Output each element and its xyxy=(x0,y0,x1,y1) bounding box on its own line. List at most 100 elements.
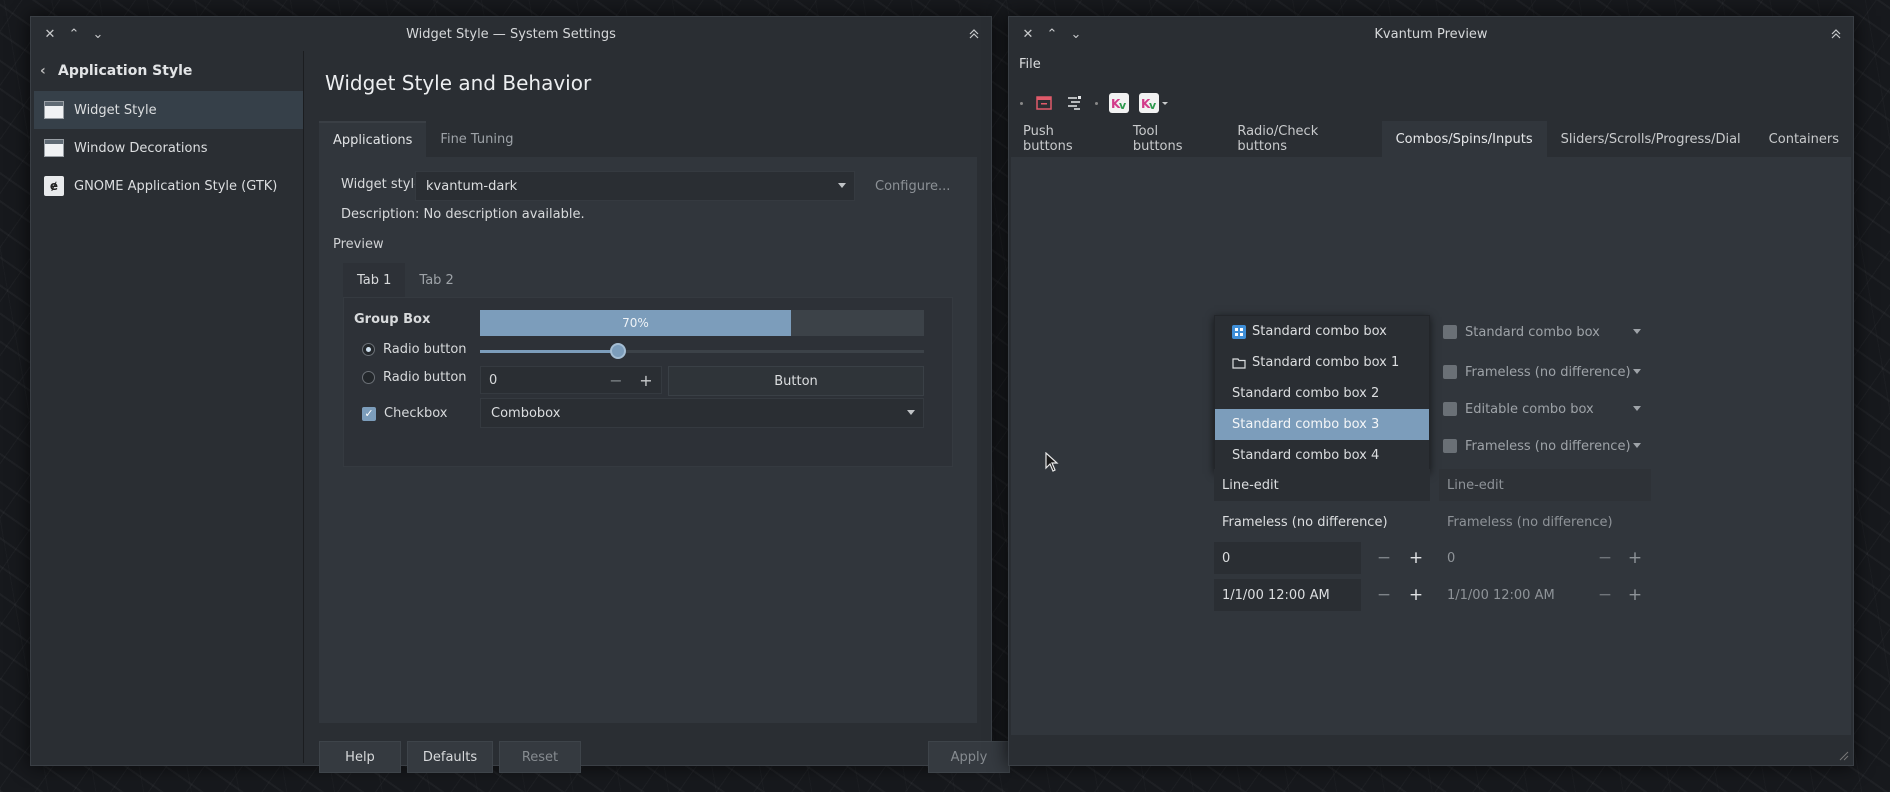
close-icon[interactable]: ✕ xyxy=(39,23,61,45)
tab-containers[interactable]: Containers xyxy=(1755,121,1853,157)
titlebar: ✕ ⌃ ⌄ Widget Style — System Settings xyxy=(31,17,991,51)
window-icon xyxy=(44,139,64,157)
tab-sliders-scrolls[interactable]: Sliders/Scrolls/Progress/Dial xyxy=(1547,121,1755,157)
window-icon xyxy=(44,101,64,119)
combo-label: Frameless (no difference) xyxy=(1465,364,1631,380)
dropdown-item-highlighted[interactable]: Standard combo box 3 xyxy=(1215,409,1429,440)
list-icon[interactable] xyxy=(1062,91,1086,115)
date-time-edit-disabled[interactable]: 1/1/00 12:00 AM xyxy=(1439,579,1581,611)
app-icon xyxy=(1443,365,1457,379)
toolbar-separator xyxy=(1095,101,1098,105)
chevron-down-icon[interactable]: ⌄ xyxy=(87,23,109,45)
configure-button[interactable]: Configure... xyxy=(863,171,962,201)
frameless-combo-box-disabled[interactable]: Frameless (no difference) xyxy=(1439,357,1651,387)
chevron-up-icon[interactable]: ⌃ xyxy=(1041,23,1063,45)
main-content: Widget Style and Behavior Applications F… xyxy=(305,51,1010,773)
line-edit-disabled[interactable]: Line-edit xyxy=(1439,469,1651,501)
window-title: Widget Style — System Settings xyxy=(406,26,616,42)
tab-push-buttons[interactable]: Push buttons xyxy=(1009,121,1119,157)
chevron-down-icon[interactable]: ⌄ xyxy=(1065,23,1087,45)
preview-combobox[interactable]: Combobox xyxy=(480,398,924,428)
chevron-up-icon[interactable]: ⌃ xyxy=(63,23,85,45)
widget-style-combo[interactable]: kvantum-dark xyxy=(415,171,855,201)
sidebar-item-widget-style[interactable]: Widget Style xyxy=(34,91,303,129)
spin-box-disabled[interactable]: 0 xyxy=(1439,542,1581,574)
resize-grip-icon[interactable] xyxy=(1839,751,1849,761)
close-icon[interactable]: ✕ xyxy=(1017,23,1039,45)
defaults-button[interactable]: Defaults xyxy=(407,741,493,773)
minus-icon[interactable]: − xyxy=(1589,579,1621,611)
radio-button-2[interactable]: Radio button xyxy=(362,370,467,385)
folder-icon xyxy=(1232,356,1246,370)
description-text: Description: No description available. xyxy=(341,207,585,222)
keep-above-icon[interactable] xyxy=(963,23,985,45)
dropdown-item-label: Standard combo box xyxy=(1252,324,1387,339)
plus-icon[interactable]: + xyxy=(1400,579,1432,611)
keep-above-icon[interactable] xyxy=(1825,23,1847,45)
line-edit[interactable]: Line-edit xyxy=(1214,469,1430,501)
tab-radio-check-buttons[interactable]: Radio/Check buttons xyxy=(1223,121,1381,157)
plus-icon[interactable]: + xyxy=(1619,579,1651,611)
reset-button[interactable]: Reset xyxy=(499,741,581,773)
frameless-line-edit[interactable]: Frameless (no difference) xyxy=(1214,506,1430,538)
dropdown-item[interactable]: Standard combo box 1 xyxy=(1215,347,1429,378)
dropdown-item[interactable]: Standard combo box xyxy=(1215,316,1429,347)
minus-icon[interactable]: − xyxy=(1368,579,1400,611)
sidebar-item-label: GNOME Application Style (GTK) xyxy=(74,178,278,194)
frameless-editable-combo-disabled[interactable]: Frameless (no difference) xyxy=(1439,431,1651,461)
apply-button[interactable]: Apply xyxy=(928,741,1010,773)
tab-combos-spins-inputs[interactable]: Combos/Spins/Inputs xyxy=(1381,121,1547,157)
spin-value: 0 xyxy=(1222,550,1231,566)
widget-style-label: Widget style: xyxy=(341,177,427,192)
sidebar-item-gtk[interactable]: ɇ GNOME Application Style (GTK) xyxy=(34,167,303,205)
plus-icon[interactable]: + xyxy=(1400,542,1432,574)
editable-combo-box-disabled[interactable]: Editable combo box xyxy=(1439,394,1651,424)
window-red-icon[interactable] xyxy=(1032,91,1056,115)
kvantum-icon[interactable]: Kv xyxy=(1107,91,1131,115)
standard-combo-box-disabled[interactable]: Standard combo box xyxy=(1439,317,1651,347)
combos-panel: Standard combo box Standard combo box 1 … xyxy=(1011,157,1851,735)
dropdown-item-label: Standard combo box 2 xyxy=(1232,386,1380,401)
spin-box[interactable]: 0 − + xyxy=(480,366,662,394)
tab-bar: Applications Fine Tuning xyxy=(319,121,527,157)
sidebar-item-window-decorations[interactable]: Window Decorations xyxy=(34,129,303,167)
combo-label: Standard combo box xyxy=(1465,324,1600,340)
minus-icon[interactable]: − xyxy=(1368,542,1400,574)
tab-1[interactable]: Tab 1 xyxy=(343,263,406,297)
slider[interactable] xyxy=(480,343,924,359)
status-bar xyxy=(1009,737,1853,765)
back-button[interactable]: ‹ Application Style xyxy=(34,51,303,91)
system-settings-window: ✕ ⌃ ⌄ Widget Style — System Settings ‹ A… xyxy=(30,16,1010,773)
toolbar-handle xyxy=(1020,101,1023,105)
minus-icon[interactable]: − xyxy=(601,366,631,394)
tab-fine-tuning[interactable]: Fine Tuning xyxy=(426,121,527,157)
minus-icon[interactable]: − xyxy=(1589,542,1621,574)
combo-label: Frameless (no difference) xyxy=(1465,438,1631,454)
chevron-down-icon xyxy=(1633,329,1641,334)
slider-handle[interactable] xyxy=(609,343,626,359)
kvantum-menu-icon[interactable]: Kv xyxy=(1137,91,1171,115)
svg-text:v: v xyxy=(1149,99,1157,112)
chevron-down-icon xyxy=(838,183,846,188)
help-button[interactable]: Help xyxy=(319,741,401,773)
push-button[interactable]: Button xyxy=(668,366,924,396)
app-icon xyxy=(1443,325,1457,339)
plus-icon[interactable]: + xyxy=(631,366,661,394)
tab-2[interactable]: Tab 2 xyxy=(405,263,467,297)
dropdown-item[interactable]: Standard combo box 4 xyxy=(1215,440,1429,471)
plus-icon[interactable]: + xyxy=(1619,542,1651,574)
frameless-line-edit-disabled[interactable]: Frameless (no difference) xyxy=(1439,506,1651,538)
sidebar-back-label: Application Style xyxy=(58,63,193,79)
checkbox[interactable]: ✓ Checkbox xyxy=(362,406,448,421)
tab-applications[interactable]: Applications xyxy=(319,121,427,157)
date-time-edit[interactable]: 1/1/00 12:00 AM xyxy=(1214,579,1361,611)
radio-label: Radio button xyxy=(383,342,467,357)
menu-file[interactable]: File xyxy=(1019,57,1041,72)
checkbox-label: Checkbox xyxy=(384,406,448,421)
spin-box[interactable]: 0 xyxy=(1214,542,1361,574)
radio-button-1[interactable]: Radio button xyxy=(362,342,467,357)
tab-tool-buttons[interactable]: Tool buttons xyxy=(1119,121,1223,157)
page-title: Widget Style and Behavior xyxy=(325,71,592,95)
dropdown-item[interactable]: Standard combo box 2 xyxy=(1215,378,1429,409)
preview-panel: Group Box 70% Radio button Radio button … xyxy=(343,297,953,467)
